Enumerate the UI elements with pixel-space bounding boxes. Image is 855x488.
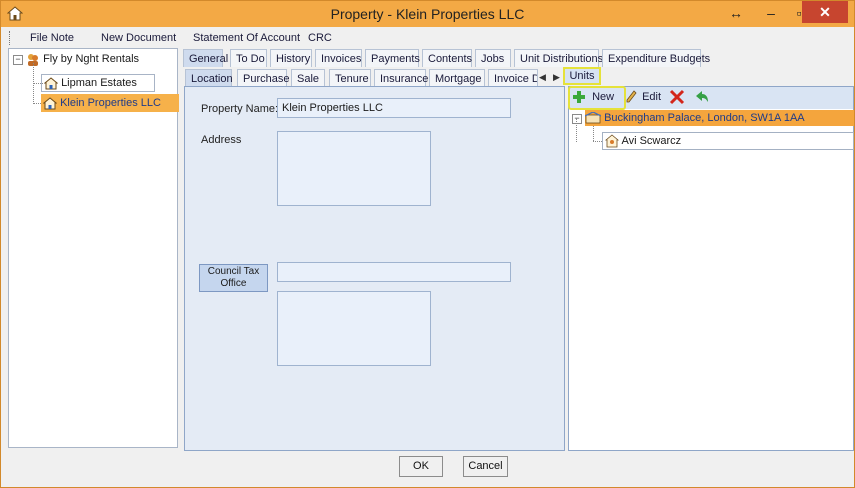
menu-new-document[interactable]: New Document — [101, 32, 176, 44]
unit-item[interactable]: Buckingham Palace, London, SW1A 1AA — [584, 110, 854, 126]
new-button[interactable]: New — [572, 89, 614, 105]
house-icon — [42, 96, 58, 110]
tab-invoice-distributions[interactable]: Invoice Dis — [488, 69, 538, 87]
scroll-left-icon[interactable]: ◀ — [539, 72, 546, 83]
property-name-label: Property Name: — [201, 103, 279, 115]
top-tabs: General To Do History Invoices Payments … — [183, 49, 710, 68]
tab-to-do[interactable]: To Do — [230, 49, 267, 67]
tree-item-root[interactable]: Fly by Nght Rentals — [26, 50, 139, 68]
tab-sale[interactable]: Sale — [291, 69, 325, 87]
plus-icon — [573, 91, 585, 104]
tab-jobs[interactable]: Jobs — [475, 49, 511, 67]
building-icon — [584, 111, 602, 124]
menu-file-note[interactable]: File Note — [30, 32, 74, 44]
minimize-button[interactable]: – — [757, 1, 785, 27]
resize-icon[interactable]: ↔ — [727, 1, 745, 27]
tab-invoices[interactable]: Invoices — [315, 49, 362, 67]
title-bar: Property - Klein Properties LLC ↔ – ▫ ✕ — [1, 1, 854, 27]
edit-button[interactable]: Edit — [625, 89, 661, 105]
council-tax-address-textarea[interactable] — [277, 291, 431, 366]
collapse-toggle[interactable]: − — [13, 55, 23, 65]
property-name-input[interactable]: Klein Properties LLC — [277, 98, 511, 118]
ok-button[interactable]: OK — [399, 456, 443, 477]
scroll-right-icon[interactable]: ▶ — [553, 72, 560, 83]
address-textarea[interactable] — [277, 131, 431, 206]
cancel-button[interactable]: Cancel — [463, 456, 508, 477]
tab-contents[interactable]: Contents — [422, 49, 472, 67]
tab-general[interactable]: General — [183, 49, 228, 67]
tree-item-label: Klein Properties LLC — [60, 97, 161, 109]
menu-grip — [9, 31, 12, 45]
tree-item-klein-properties[interactable]: Klein Properties LLC — [41, 94, 179, 112]
tab-mortgage[interactable]: Mortgage — [429, 69, 485, 87]
tree-item-label: Lipman Estates — [61, 77, 137, 89]
council-tax-office-button[interactable]: Council Tax Office — [199, 264, 268, 292]
delete-button[interactable] — [669, 89, 685, 105]
pencil-icon — [626, 90, 637, 103]
tab-unit-distributions[interactable]: Unit Distributions — [514, 49, 603, 67]
tab-location[interactable]: Location — [185, 69, 233, 87]
undo-arrow-icon — [696, 91, 708, 102]
tab-history[interactable]: History — [270, 49, 312, 67]
property-window: Property - Klein Properties LLC ↔ – ▫ ✕ … — [0, 0, 855, 488]
tab-tenure[interactable]: Tenure — [329, 69, 371, 87]
unit-connector — [593, 125, 594, 141]
property-tree: − Fly by Nght Rentals Lipman Estates Kle… — [8, 48, 179, 448]
council-tax-office-input[interactable] — [277, 262, 511, 282]
tenant-name: Avi Scwarcz — [621, 135, 682, 147]
house-icon — [43, 76, 59, 90]
address-label: Address — [201, 134, 242, 146]
menu-bar: File Note New Document Statement Of Acco… — [2, 28, 853, 48]
close-button[interactable]: ✕ — [802, 1, 848, 23]
tab-payments[interactable]: Payments — [365, 49, 420, 67]
tenant-icon — [604, 134, 620, 148]
tab-expenditure-budgets[interactable]: Expenditure Budgets — [602, 49, 710, 67]
delete-icon — [669, 89, 685, 105]
tab-insurance[interactable]: Insurance — [374, 69, 428, 87]
new-button-label: New — [592, 91, 615, 103]
tree-item-lipman-estates[interactable]: Lipman Estates — [41, 74, 155, 92]
tab-purchase[interactable]: Purchase — [237, 69, 289, 87]
unit-connector — [593, 141, 602, 142]
unit-address: Buckingham Palace, London, SW1A 1AA — [604, 112, 805, 124]
menu-crc[interactable]: CRC — [308, 32, 332, 44]
tab-units[interactable]: Units — [563, 67, 601, 85]
edit-button-label: Edit — [642, 91, 662, 103]
undo-button[interactable] — [694, 89, 710, 105]
tenant-item[interactable]: Avi Scwarcz — [602, 132, 854, 150]
unit-connector — [576, 118, 577, 142]
unit-collapse-toggle[interactable]: − — [572, 114, 582, 124]
menu-statement-of-account[interactable]: Statement Of Account — [193, 32, 300, 44]
tree-item-label: Fly by Nght Rentals — [43, 53, 140, 65]
